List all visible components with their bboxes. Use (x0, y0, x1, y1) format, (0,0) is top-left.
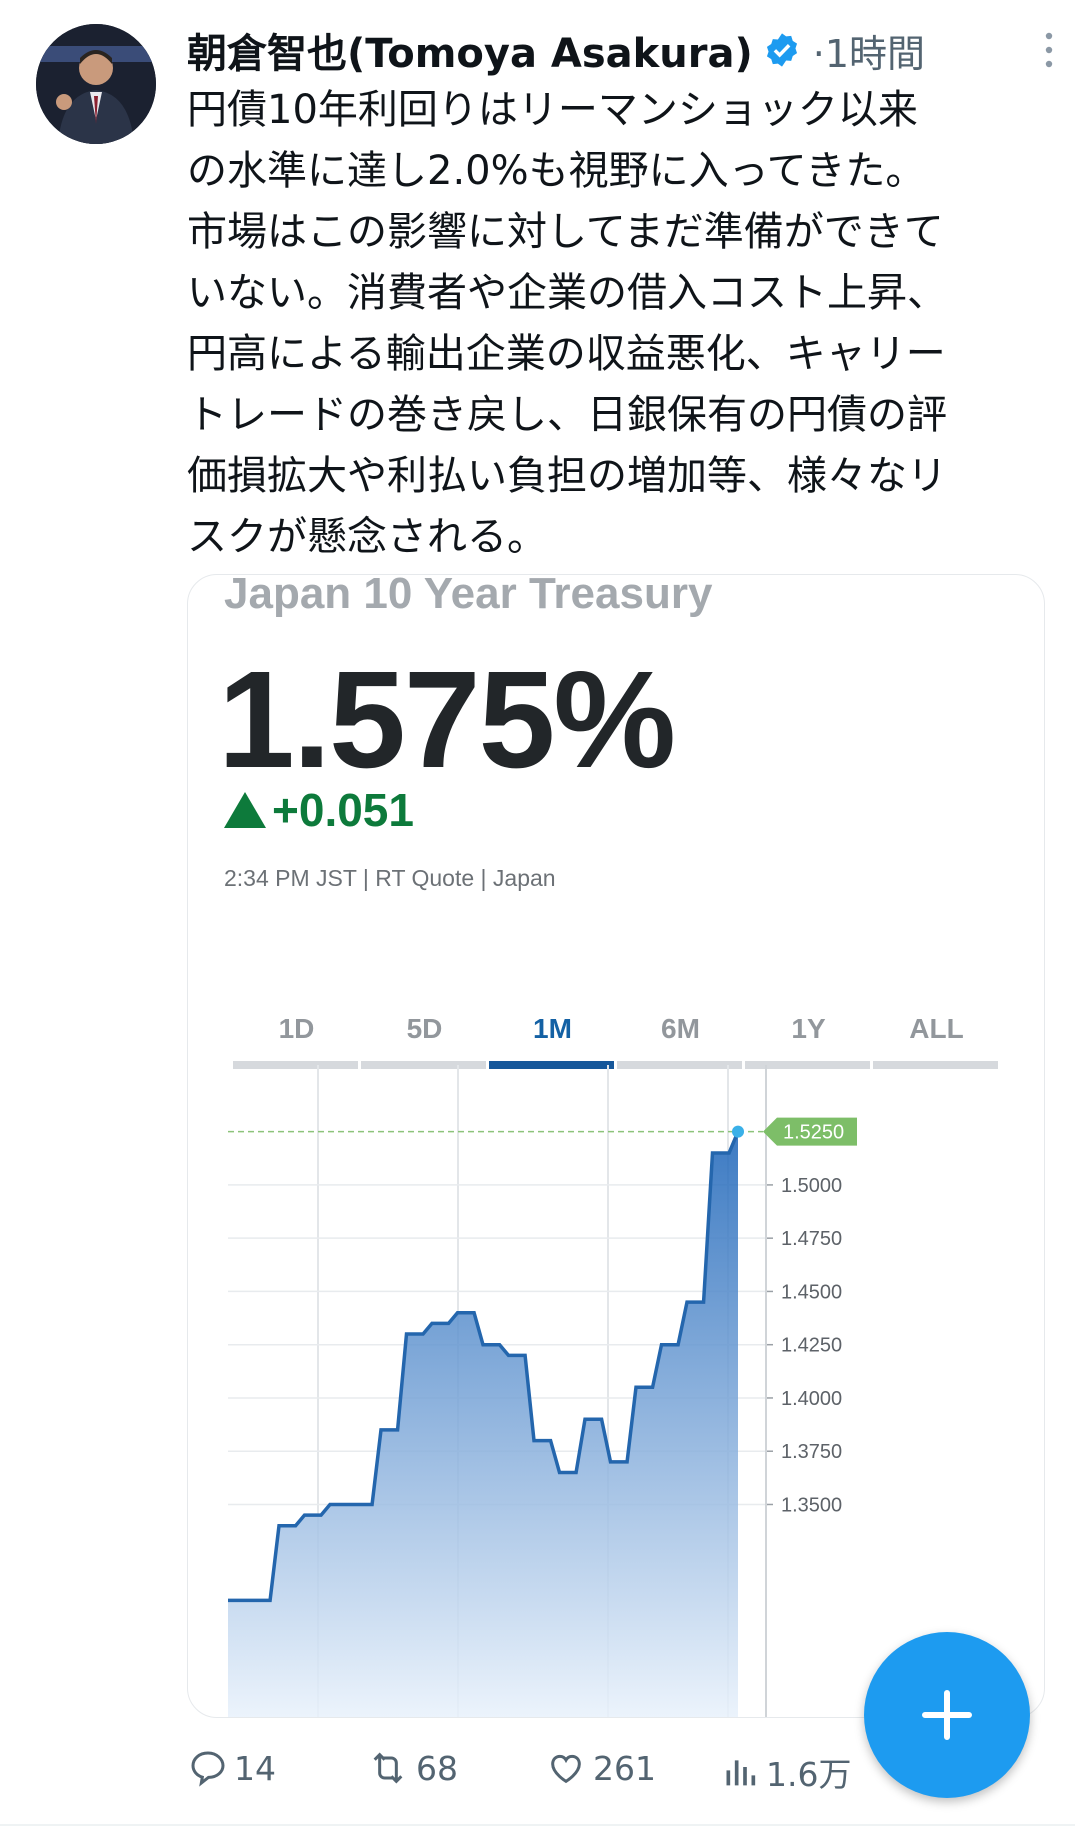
tab-label: 5D (406, 1013, 443, 1044)
tweet-text-line: いない。消費者や企業の借入コスト上昇、 (187, 270, 947, 316)
avatar-image (36, 24, 156, 144)
tweet-text: 円債10年利回りはリーマンショック以来 の水準に達し2.0%も視野に入ってきた。… (187, 80, 1047, 568)
tab-6m[interactable]: 6M (617, 1013, 744, 1069)
tab-all[interactable]: ALL (873, 1013, 1000, 1069)
quote-title: Japan 10 Year Treasury (224, 574, 713, 618)
yield-chart: 1.5000 1.4750 1.4500 1.4250 1.4000 1.3750 1.35… (228, 1065, 857, 1717)
reply-icon (191, 1751, 225, 1787)
plus-icon (922, 1690, 972, 1740)
verified-badge-icon (766, 33, 797, 67)
quote-change-value: +0.051 (272, 784, 414, 836)
timestamp[interactable]: ·1時間 (813, 23, 925, 78)
divider (0, 1824, 1075, 1826)
avatar[interactable] (36, 24, 156, 144)
tweet-text-line: 円債10年利回りはリーマンショック以来 (187, 87, 918, 133)
compose-button[interactable] (864, 1632, 1030, 1798)
tab-label: ALL (909, 1013, 964, 1044)
reply-count: 14 (234, 1748, 276, 1788)
reply-button[interactable]: 14 (188, 1748, 276, 1788)
views-icon (726, 1760, 756, 1786)
tab-label: 1D (278, 1013, 315, 1044)
tweet-text-line: スクが懸念される。 (187, 514, 547, 560)
y-tick-label: 1.4250 (781, 1335, 842, 1357)
tweet-text-line: 市場はこの影響に対してまだ準備ができて (187, 209, 944, 255)
like-count: 261 (593, 1748, 656, 1788)
range-tabs: 1D 5D 1M 6M 1Y ALL (233, 1013, 1003, 1069)
tab-label: 1Y (791, 1013, 826, 1044)
tweet-text-line: 円高による輸出企業の収益悪化、キャリー (187, 331, 946, 377)
like-button[interactable]: 261 (545, 1748, 656, 1788)
y-tick-label: 1.3750 (781, 1441, 842, 1463)
tab-1d[interactable]: 1D (233, 1013, 360, 1069)
y-tick-label: 1.4750 (781, 1228, 842, 1250)
tab-5d[interactable]: 5D (361, 1013, 488, 1069)
quote-meta: 2:34 PM JST | RT Quote | Japan (224, 865, 556, 891)
y-tick-label: 1.5000 (781, 1175, 842, 1197)
area-fill (228, 1131, 738, 1717)
more-icon[interactable] (1037, 28, 1061, 72)
views-button[interactable]: 1.6万 (720, 1748, 851, 1796)
y-tick-label: 1.3500 (781, 1494, 842, 1516)
quote-change: +0.051 (224, 783, 414, 837)
tweet-text-line: 価損拡大や利払い負担の増加等、様々なリ (187, 453, 947, 499)
y-tick-label: 1.4000 (781, 1388, 842, 1410)
tab-1m[interactable]: 1M (489, 1013, 616, 1069)
like-icon (551, 1754, 581, 1784)
views-count: 1.6万 (766, 1755, 852, 1794)
y-tick-label: 1.4500 (781, 1281, 842, 1303)
retweet-icon (373, 1752, 403, 1784)
last-point (732, 1125, 744, 1138)
up-arrow-icon (224, 792, 266, 828)
retweet-button[interactable]: 68 (366, 1748, 458, 1788)
tweet-text-line: トレードの巻き戻し、日銀保有の円債の評 (187, 392, 947, 438)
retweet-count: 68 (416, 1748, 458, 1788)
author-name[interactable]: 朝倉智也(Tomoya Asakura) (187, 21, 753, 79)
tab-label: 6M (661, 1013, 700, 1044)
tweet-header: 朝倉智也(Tomoya Asakura) ·1時間 (187, 21, 1055, 79)
tab-1y[interactable]: 1Y (745, 1013, 872, 1069)
tab-label: 1M (533, 1013, 572, 1044)
tweet-text-line: の水準に達し2.0%も視野に入ってきた。 (187, 148, 926, 194)
last-value-label: 1.5250 (783, 1122, 844, 1144)
quote-price: 1.575% (218, 643, 676, 797)
media-card[interactable]: Japan 10 Year Treasury 1.575% +0.051 2:3… (187, 574, 1045, 1718)
